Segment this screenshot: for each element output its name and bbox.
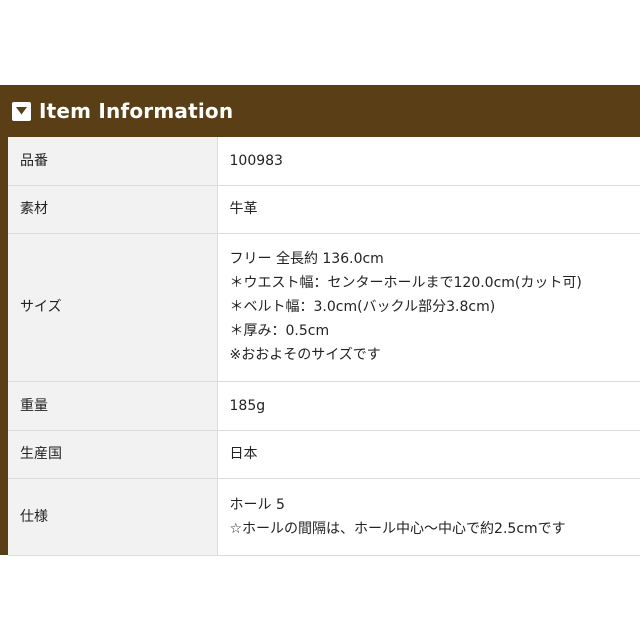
value-line: 日本: [229, 446, 258, 462]
item-information-panel: Item Information 品番 100983 素材 牛革 サイズ フリー…: [0, 85, 640, 556]
panel-header: Item Information: [0, 85, 640, 137]
value-line: ＊ウエスト幅：センターホールまで120.0cm(カット可): [229, 275, 582, 291]
value-line: 牛革: [229, 201, 258, 217]
row-label: 仕様: [8, 478, 218, 556]
value-line: ☆ホールの間隔は、ホール中心～中心で約2.5cmです: [229, 520, 566, 537]
value-line: ＊厚み：0.5cm: [229, 323, 330, 339]
row-value: ホール 5 ☆ホールの間隔は、ホール中心～中心で約2.5cmです: [217, 478, 640, 556]
value-line: ＊ベルト幅：3.0cm(バックル部分3.8cm): [229, 299, 496, 315]
value-line: ※おおよそのサイズです: [229, 347, 381, 363]
table-row-country: 生産国 日本: [8, 430, 640, 479]
table-row-item-number: 品番 100983: [8, 137, 640, 186]
table-row-weight: 重量 185g: [8, 381, 640, 431]
item-info-table: 品番 100983 素材 牛革 サイズ フリー 全長約 136.0cm ＊ウエス…: [8, 137, 640, 556]
value-line: 100983: [229, 152, 283, 169]
table-row-material: 素材 牛革: [8, 185, 640, 234]
row-value: フリー 全長約 136.0cm ＊ウエスト幅：センターホールまで120.0cm(…: [217, 233, 640, 382]
row-label: 生産国: [8, 430, 218, 479]
row-value: 100983: [217, 137, 640, 186]
row-value: 牛革: [217, 185, 640, 234]
row-label: 重量: [8, 381, 218, 431]
value-line: フリー 全長約 136.0cm: [229, 251, 384, 267]
row-label: サイズ: [8, 233, 218, 382]
table-row-specification: 仕様 ホール 5 ☆ホールの間隔は、ホール中心～中心で約2.5cmです: [8, 478, 640, 556]
row-label: 品番: [8, 137, 218, 186]
row-value: 日本: [217, 430, 640, 479]
panel-title: Item Information: [39, 99, 234, 123]
value-line: ホール 5: [229, 496, 285, 513]
caret-down-icon: [12, 101, 31, 121]
row-value: 185g: [217, 381, 640, 431]
value-line: 185g: [229, 397, 266, 414]
table-row-size: サイズ フリー 全長約 136.0cm ＊ウエスト幅：センターホールまで120.…: [8, 233, 640, 382]
row-label: 素材: [8, 185, 218, 234]
